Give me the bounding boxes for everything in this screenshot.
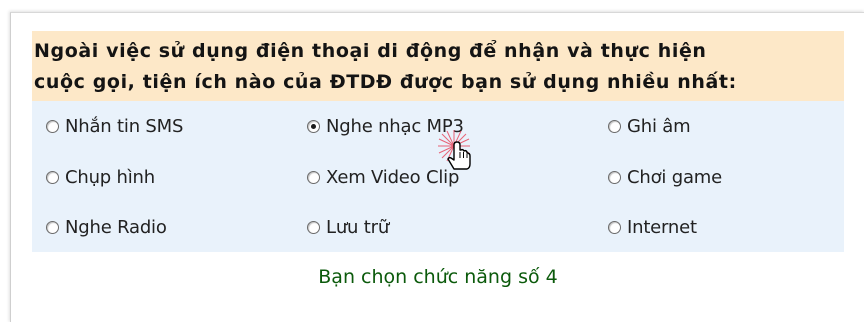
option-label-video-clip: Xem Video Clip <box>326 166 460 188</box>
radio-nghe-radio[interactable] <box>46 220 59 234</box>
radio-choi-game[interactable] <box>608 170 621 184</box>
radio-video-clip[interactable] <box>307 170 320 184</box>
option-label-choi-game: Chơi game <box>627 166 722 188</box>
option-label-luu-tru: Lưu trữ <box>326 216 390 238</box>
question-line-1: Ngoài việc sử dụng điện thoại di động để… <box>34 40 707 62</box>
option-chup-hinh[interactable]: Chụp hình <box>46 162 155 192</box>
option-video-clip[interactable]: Xem Video Clip <box>307 162 459 192</box>
option-label-internet: Internet <box>627 216 697 238</box>
result-text: Bạn chọn chức năng số 4 <box>318 266 558 288</box>
option-label-mp3: Nghe nhạc MP3 <box>326 115 464 137</box>
option-mp3[interactable]: Nghe nhạc MP3 <box>307 111 464 141</box>
radio-sms[interactable] <box>46 119 59 133</box>
radio-chup-hinh[interactable] <box>46 170 59 184</box>
option-luu-tru[interactable]: Lưu trữ <box>307 212 389 242</box>
question-line-2: cuộc gọi, tiện ích nào của ĐTDĐ được bạn… <box>34 71 737 93</box>
survey-question: Ngoài việc sử dụng điện thoại di động để… <box>32 31 844 101</box>
option-choi-game[interactable]: Chơi game <box>608 162 722 192</box>
option-internet[interactable]: Internet <box>608 212 697 242</box>
radio-internet[interactable] <box>608 220 621 234</box>
options-grid: Nhắn tin SMS Nghe nhạc MP3 Ghi âm Chụp h… <box>32 101 844 252</box>
option-radio[interactable]: Nghe Radio <box>46 212 167 242</box>
option-ghi-am[interactable]: Ghi âm <box>608 111 691 141</box>
option-label-chup-hinh: Chụp hình <box>65 166 155 188</box>
option-label-ghi-am: Ghi âm <box>627 115 691 137</box>
radio-ghi-am[interactable] <box>608 119 621 133</box>
option-sms[interactable]: Nhắn tin SMS <box>46 111 183 141</box>
radio-luu-tru[interactable] <box>307 220 320 234</box>
radio-mp3[interactable] <box>307 119 320 133</box>
option-label-radio: Nghe Radio <box>65 216 167 238</box>
option-label-sms: Nhắn tin SMS <box>65 115 184 137</box>
